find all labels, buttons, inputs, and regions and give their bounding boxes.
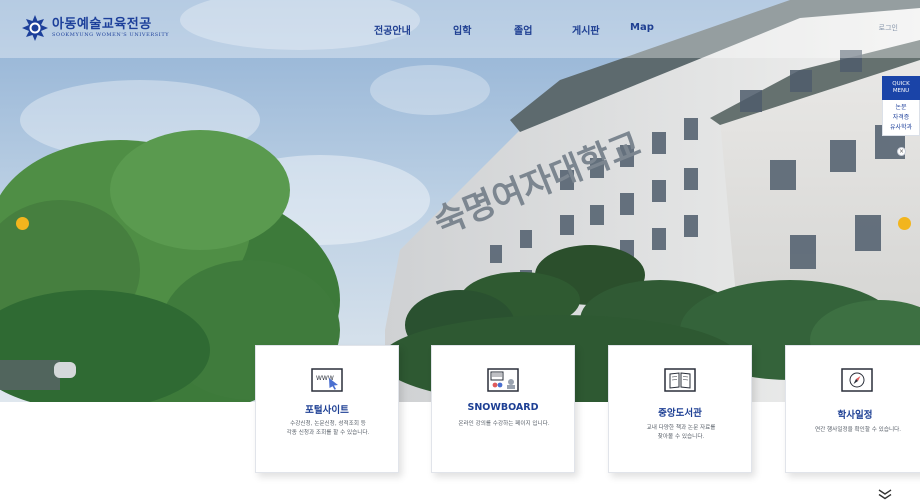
slider-prev-dot[interactable] <box>16 217 29 230</box>
scroll-down-chevron-icon[interactable] <box>877 489 893 500</box>
quick-menu: QUICK MENU 논문 자격증 유사학과 × <box>882 76 920 156</box>
login-link[interactable]: 로그인 <box>879 23 898 33</box>
card-portal-site[interactable]: WWW 포털사이트 수강신청, 논문신청, 성적조회 등 각종 신청과 조회를 … <box>255 345 399 473</box>
main-nav: 전공안내 입학 졸업 게시판 Map <box>0 22 920 38</box>
card-desc-line2: 찾아볼 수 있습니다. <box>657 434 705 440</box>
quick-menu-close-button[interactable]: × <box>897 147 906 156</box>
card-title: 중앙도서관 <box>658 408 702 419</box>
card-title: SNOWBOARD <box>467 402 539 413</box>
card-title: 학사일정 <box>837 410 873 421</box>
card-desc-line2: 각종 신청과 조회를 할 수 있습니다. <box>286 430 370 436</box>
card-academic-calendar[interactable]: 학사일정 연간 행사일정을 확인할 수 있습니다. <box>785 345 920 473</box>
page: 숙명여자대학교 아동예술교육전공 SOOKMYUNG WOMEN'S UNIVE… <box>0 0 920 500</box>
www-cursor-icon: WWW <box>311 368 343 392</box>
nav-item-map[interactable]: Map <box>630 22 654 33</box>
card-desc-line1: 교내 다양한 책과 논문 자료를 <box>646 425 716 431</box>
quick-menu-list: 논문 자격증 유사학과 <box>882 100 920 136</box>
nav-item-major-info[interactable]: 전공안내 <box>374 22 411 37</box>
hero-slide: 숙명여자대학교 <box>0 0 920 402</box>
quick-menu-item-certificate[interactable]: 자격증 <box>883 113 919 123</box>
quick-menu-item-thesis[interactable]: 논문 <box>883 103 919 113</box>
hero-campus-photo: 숙명여자대학교 <box>0 0 920 402</box>
nav-item-admission[interactable]: 입학 <box>453 22 471 37</box>
site-header: 아동예술교육전공 SOOKMYUNG WOMEN'S UNIVERSITY 전공… <box>0 0 920 58</box>
card-desc-line1: 온라인 강의를 수강하는 페이지 입니다. <box>458 421 550 427</box>
open-book-icon <box>664 368 696 392</box>
card-central-library[interactable]: 중앙도서관 교내 다양한 책과 논문 자료를 찾아볼 수 있습니다. <box>608 345 752 473</box>
compass-icon <box>841 368 873 392</box>
card-snowboard[interactable]: SNOWBOARD 온라인 강의를 수강하는 페이지 입니다. <box>431 345 575 473</box>
quick-menu-header: QUICK MENU <box>882 76 920 100</box>
nav-item-board[interactable]: 게시판 <box>572 22 600 37</box>
quick-menu-item-related-majors[interactable]: 유사학과 <box>883 123 919 133</box>
card-title: 포털사이트 <box>305 405 349 416</box>
quick-menu-title-line1: QUICK <box>892 81 910 87</box>
nav-item-graduation[interactable]: 졸업 <box>514 22 532 37</box>
quick-menu-title-line2: MENU <box>892 88 910 94</box>
video-lecture-icon <box>487 368 519 392</box>
card-desc-line1: 수강신청, 논문신청, 성적조회 등 <box>290 421 366 427</box>
slider-next-dot[interactable] <box>898 217 911 230</box>
card-desc-line1: 연간 행사일정을 확인할 수 있습니다. <box>814 427 902 433</box>
